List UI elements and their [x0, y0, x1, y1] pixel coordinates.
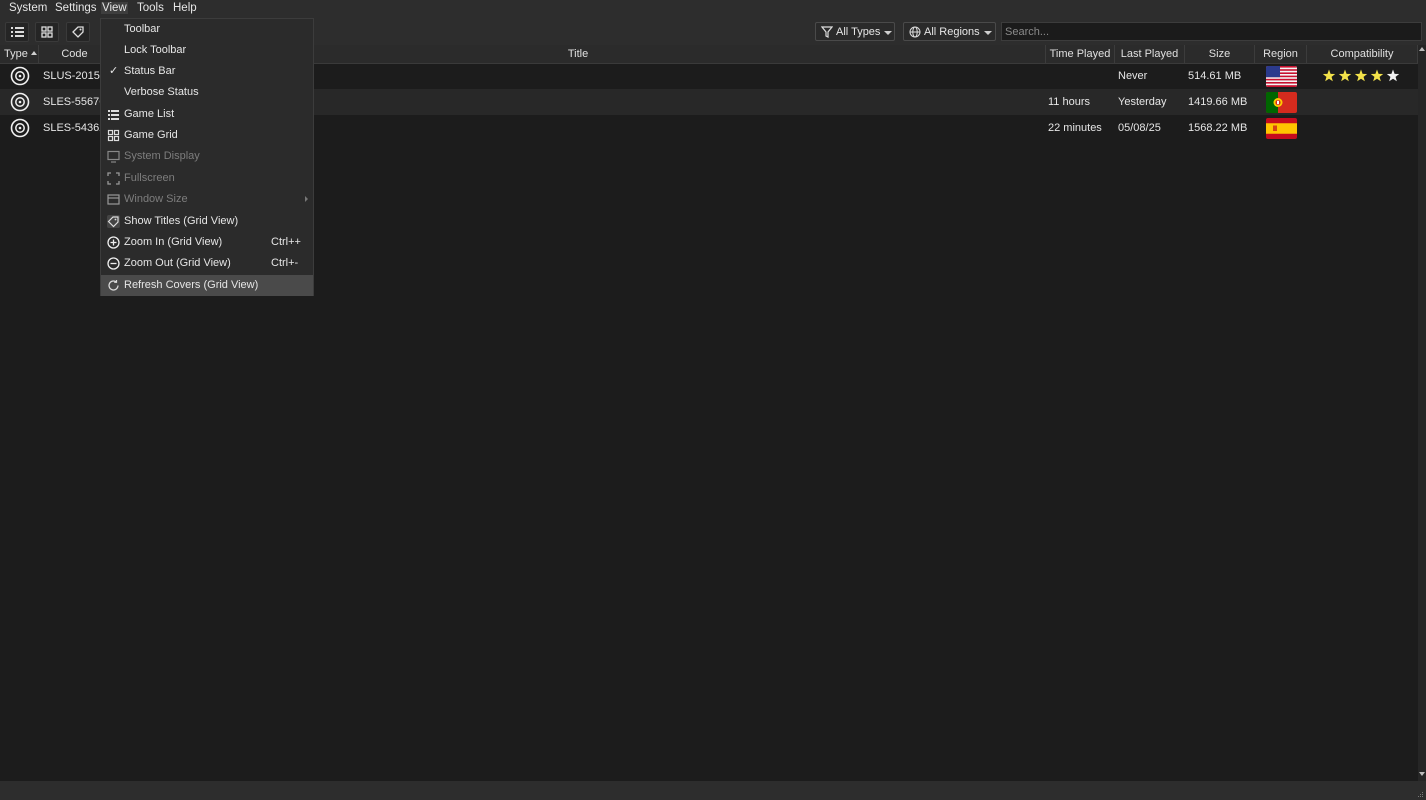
grid-view-button[interactable] [35, 22, 59, 42]
submenu-arrow-icon [305, 196, 308, 202]
menu-item-label: Show Titles (Grid View) [124, 215, 239, 227]
globe-icon [909, 26, 921, 38]
chevron-down-icon [984, 31, 992, 35]
scroll-down-icon[interactable] [1419, 772, 1425, 776]
window-icon [107, 194, 120, 205]
menu-item-status-bar[interactable]: ✓ Status Bar [101, 61, 313, 82]
menu-item-system-display[interactable]: System Display [101, 146, 313, 167]
menu-item-label: Game Grid [124, 129, 178, 141]
compatibility-rating [1322, 69, 1400, 82]
menu-item-toolbar[interactable]: Toolbar [101, 19, 313, 40]
menu-item-label: Verbose Status [124, 86, 199, 98]
menu-item-label: Window Size [124, 193, 188, 205]
star-icon [1386, 69, 1400, 82]
menu-view[interactable]: View [101, 2, 128, 14]
menu-item-label: Zoom In (Grid View) [124, 236, 223, 248]
menu-item-label: System Display [124, 150, 200, 162]
sort-ascending-icon [30, 51, 37, 55]
menu-settings[interactable]: Settings [54, 2, 98, 14]
status-bar [0, 781, 1426, 800]
time-played: 11 hours [1048, 96, 1090, 108]
disc-icon [10, 118, 30, 138]
file-size: 1419.66 MB [1188, 96, 1248, 108]
list-view-button[interactable] [5, 22, 29, 42]
menu-item-fullscreen[interactable]: Fullscreen [101, 168, 313, 189]
last-played: Never [1118, 70, 1148, 82]
last-played: 05/08/25 [1118, 122, 1161, 134]
disc-icon [10, 92, 30, 112]
search-input[interactable] [1001, 22, 1422, 41]
spain-flag-icon [1266, 118, 1297, 139]
fullscreen-icon [107, 172, 120, 185]
menu-item-refresh-covers[interactable]: Refresh Covers (Grid View) [101, 275, 313, 296]
star-icon [1322, 69, 1336, 82]
scroll-up-icon[interactable] [1419, 47, 1425, 51]
menu-tools[interactable]: Tools [136, 2, 165, 14]
menu-item-lock-toolbar[interactable]: Lock Toolbar [101, 40, 313, 61]
column-header-label: Type [4, 48, 28, 60]
menu-item-shortcut: Ctrl+- [271, 257, 299, 269]
region-filter-label: All Regions [924, 26, 980, 38]
menu-item-shortcut: Ctrl++ [271, 236, 301, 248]
zoom-in-icon [107, 236, 120, 249]
column-header-region[interactable]: Region [1255, 45, 1307, 63]
view-menu: Toolbar Lock Toolbar ✓ Status Bar Verbos… [100, 18, 314, 296]
time-played: 22 minutes [1048, 122, 1102, 134]
game-code: SLUS-20158 [43, 70, 106, 82]
grid-icon [107, 129, 120, 142]
menu-item-zoom-in[interactable]: Zoom In (Grid View) Ctrl++ [101, 232, 313, 253]
list-icon [108, 110, 119, 120]
show-titles-button[interactable] [66, 22, 90, 42]
region-filter-select[interactable]: All Regions [903, 22, 996, 41]
list-icon [11, 27, 24, 37]
column-header-size[interactable]: Size [1185, 45, 1255, 63]
checkmark-icon: ✓ [109, 65, 119, 77]
star-icon [1370, 69, 1384, 82]
menu-item-label: Fullscreen [124, 172, 175, 184]
tag-icon [107, 215, 120, 228]
filter-icon [821, 26, 833, 38]
us-flag-icon [1266, 66, 1297, 87]
file-size: 1568.22 MB [1188, 122, 1248, 134]
menu-system[interactable]: System [8, 2, 48, 14]
menu-item-label: Lock Toolbar [124, 44, 187, 56]
menu-bar: System Settings View Tools Help [0, 0, 1426, 19]
column-header-compatibility[interactable]: Compatibility [1307, 45, 1418, 63]
last-played: Yesterday [1118, 96, 1167, 108]
menu-item-label: Toolbar [124, 23, 161, 35]
menu-item-label: Status Bar [124, 65, 176, 77]
star-icon [1338, 69, 1352, 82]
menu-item-zoom-out[interactable]: Zoom Out (Grid View) Ctrl+- [101, 253, 313, 274]
file-size: 514.61 MB [1188, 70, 1242, 82]
grid-icon [41, 26, 53, 38]
menu-item-verbose-status[interactable]: Verbose Status [101, 82, 313, 103]
menu-item-label: Refresh Covers (Grid View) [124, 279, 259, 291]
zoom-out-icon [107, 257, 120, 270]
menu-item-game-list[interactable]: Game List [101, 104, 313, 125]
tag-icon [72, 26, 84, 38]
game-code: SLES-54362 [43, 122, 106, 134]
type-filter-select[interactable]: All Types [815, 22, 895, 41]
portugal-flag-icon [1266, 92, 1297, 113]
column-header-last-played[interactable]: Last Played [1115, 45, 1185, 63]
game-code: SLES-55676 [43, 96, 106, 108]
menu-item-show-titles[interactable]: Show Titles (Grid View) [101, 211, 313, 232]
monitor-icon [107, 150, 120, 163]
refresh-icon [108, 280, 119, 291]
column-header-time-played[interactable]: Time Played [1046, 45, 1115, 63]
disc-icon [10, 66, 30, 86]
menu-help[interactable]: Help [172, 2, 198, 14]
chevron-down-icon [884, 31, 892, 35]
type-filter-label: All Types [836, 26, 881, 38]
vertical-scrollbar[interactable] [1418, 45, 1426, 781]
resize-grip-icon[interactable] [1416, 790, 1424, 798]
menu-item-label: Zoom Out (Grid View) [124, 257, 231, 269]
star-icon [1354, 69, 1368, 82]
column-header-type[interactable]: Type [0, 45, 39, 63]
menu-item-game-grid[interactable]: Game Grid [101, 125, 313, 146]
menu-item-label: Game List [124, 108, 175, 120]
menu-item-window-size[interactable]: Window Size [101, 189, 313, 210]
